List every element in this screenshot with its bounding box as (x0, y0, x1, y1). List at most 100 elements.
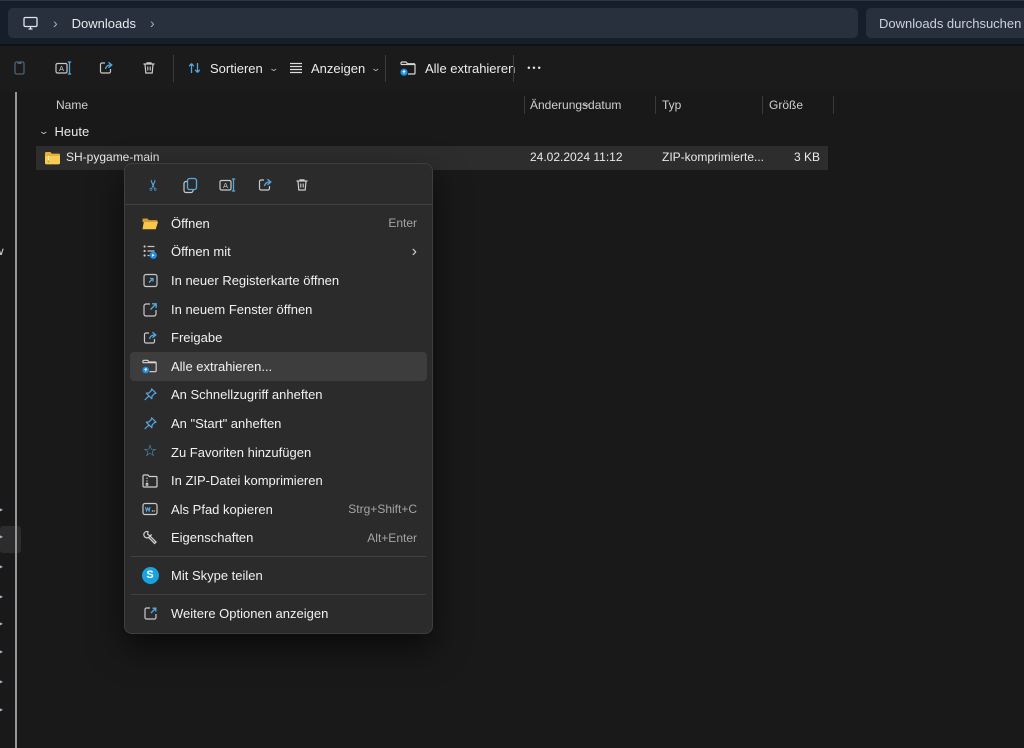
breadcrumb-chevron-icon[interactable]: › (150, 15, 155, 31)
shortcut: Alt+Enter (367, 531, 417, 545)
view-lines-icon (288, 60, 304, 76)
group-header-heute[interactable]: ⌄ Heute (40, 124, 89, 139)
nav-tree-item-highlight (0, 526, 21, 553)
sort-button[interactable]: Sortieren ⌄ (180, 52, 283, 84)
menu-item-copy-as-path[interactable]: Als Pfad kopieren Strg+Shift+C (130, 495, 427, 524)
menu-item-pin-start[interactable]: An "Start" anheften (130, 409, 427, 438)
star-icon: ☆ (141, 444, 159, 460)
ellipsis-icon: ••• (527, 63, 542, 73)
toolbar-separator (173, 55, 174, 82)
extract-folder-icon (141, 358, 159, 375)
search-box[interactable] (866, 8, 1024, 38)
toolbar-separator (513, 55, 514, 82)
pin-icon (141, 386, 159, 403)
cut-button[interactable]: ✂ (136, 170, 171, 200)
svg-text:A: A (223, 181, 228, 190)
see-more-button[interactable]: ••• (519, 52, 551, 84)
nav-pane-scrollbar[interactable] (15, 92, 17, 748)
menu-item-show-more-options[interactable]: Weitere Optionen anzeigen (130, 599, 427, 628)
share-icon (97, 59, 115, 77)
breadcrumb-downloads[interactable]: Downloads (72, 16, 136, 31)
folder-open-icon (141, 216, 159, 231)
column-divider[interactable] (524, 96, 525, 114)
view-button[interactable]: Anzeigen ⌄ (282, 52, 386, 84)
view-label: Anzeigen (311, 61, 365, 76)
zip-folder-icon (44, 151, 61, 168)
menu-item-compress-zip[interactable]: In ZIP-Datei komprimieren (130, 466, 427, 495)
paste-button[interactable] (4, 52, 36, 84)
menu-separator (125, 204, 432, 205)
extract-folder-icon (399, 60, 418, 77)
wrench-icon (141, 529, 159, 546)
breadcrumb-chevron-icon[interactable]: › (53, 15, 58, 31)
title-bar: › Downloads › (0, 0, 1024, 44)
new-tab-icon (141, 272, 159, 289)
delete-button[interactable] (133, 52, 165, 84)
paste-icon (11, 59, 29, 77)
shortcut: Enter (388, 216, 417, 230)
file-modified: 24.02.2024 11:12 (530, 150, 623, 164)
quick-actions-row: ✂ A (130, 168, 427, 202)
share-icon (256, 176, 274, 194)
delete-button[interactable] (284, 170, 319, 200)
nav-tree-chevron-icon[interactable]: ▸ (0, 530, 3, 542)
menu-item-extract-all[interactable]: Alle extrahieren... (130, 352, 427, 381)
share-button[interactable] (90, 52, 122, 84)
command-toolbar: A Sortieren ⌄ (0, 44, 1024, 91)
nav-tree-chevron-icon[interactable]: ▸ (0, 645, 3, 657)
new-window-icon (141, 301, 159, 318)
shortcut: Strg+Shift+C (348, 502, 417, 516)
menu-item-open-new-tab[interactable]: In neuer Registerkarte öffnen (130, 266, 427, 295)
file-name: SH-pygame-main (66, 150, 159, 164)
column-divider[interactable] (655, 96, 656, 114)
menu-item-properties[interactable]: Eigenschaften Alt+Enter (130, 524, 427, 553)
column-header-row: Name ⌄ Änderungsdatum Typ Größe (36, 95, 1024, 116)
group-header-label: Heute (55, 124, 90, 139)
address-bar[interactable]: › Downloads › (8, 8, 858, 38)
chevron-down-icon[interactable]: ⌄ (38, 126, 49, 137)
search-input[interactable] (866, 16, 1024, 31)
nav-tree-chevron-icon[interactable]: ▸ (0, 617, 3, 629)
menu-item-share[interactable]: Freigabe (130, 323, 427, 352)
cut-icon: ✂ (144, 179, 162, 192)
nav-tree-chevron-icon[interactable]: ▸ (0, 503, 3, 515)
copy-icon (181, 176, 200, 195)
nav-tree-chevron-icon[interactable]: ▸ (0, 590, 3, 602)
delete-icon (140, 59, 158, 77)
rename-icon: A (54, 59, 73, 77)
nav-tree-chevron-icon[interactable]: ▸ (0, 703, 3, 715)
column-divider[interactable] (762, 96, 763, 114)
menu-item-open-new-window[interactable]: In neuem Fenster öffnen (130, 295, 427, 324)
menu-item-add-favorites[interactable]: ☆ Zu Favoriten hinzufügen (130, 438, 427, 467)
column-name[interactable]: Name (56, 98, 88, 112)
column-size[interactable]: Größe (769, 98, 803, 112)
toolbar-separator (385, 55, 386, 82)
menu-item-share-skype[interactable]: S Mit Skype teilen (130, 561, 427, 590)
file-size: 3 KB (794, 150, 820, 164)
sort-arrows-icon (186, 60, 203, 76)
nav-tree-chevron-icon[interactable]: ▸ (0, 560, 3, 572)
copy-button[interactable] (173, 170, 208, 200)
skype-icon: S (141, 567, 159, 584)
menu-item-pin-quick-access[interactable]: An Schnellzugriff anheften (130, 381, 427, 410)
delete-icon (293, 176, 311, 194)
pin-icon (141, 415, 159, 432)
extract-all-button[interactable]: Alle extrahieren (393, 52, 521, 84)
nav-tree-chevron-icon[interactable]: ▸ (0, 675, 3, 687)
nav-tree-chevron-icon[interactable]: ∨ (0, 245, 5, 258)
column-type[interactable]: Typ (662, 98, 681, 112)
column-divider[interactable] (833, 96, 834, 114)
rename-button[interactable]: A (210, 170, 245, 200)
share-icon (141, 329, 159, 347)
menu-item-open-with[interactable]: Öffnen mit › (130, 238, 427, 267)
share-button[interactable] (247, 170, 282, 200)
show-more-icon (141, 605, 159, 622)
rename-button[interactable]: A (47, 52, 79, 84)
rename-icon: A (218, 176, 237, 194)
menu-item-open[interactable]: Öffnen Enter (130, 209, 427, 238)
column-modified[interactable]: Änderungsdatum (530, 98, 621, 112)
extract-all-label: Alle extrahieren (425, 61, 515, 76)
this-pc-monitor-icon[interactable] (22, 15, 39, 31)
menu-separator (131, 594, 426, 595)
chevron-down-icon: ⌄ (371, 63, 382, 74)
